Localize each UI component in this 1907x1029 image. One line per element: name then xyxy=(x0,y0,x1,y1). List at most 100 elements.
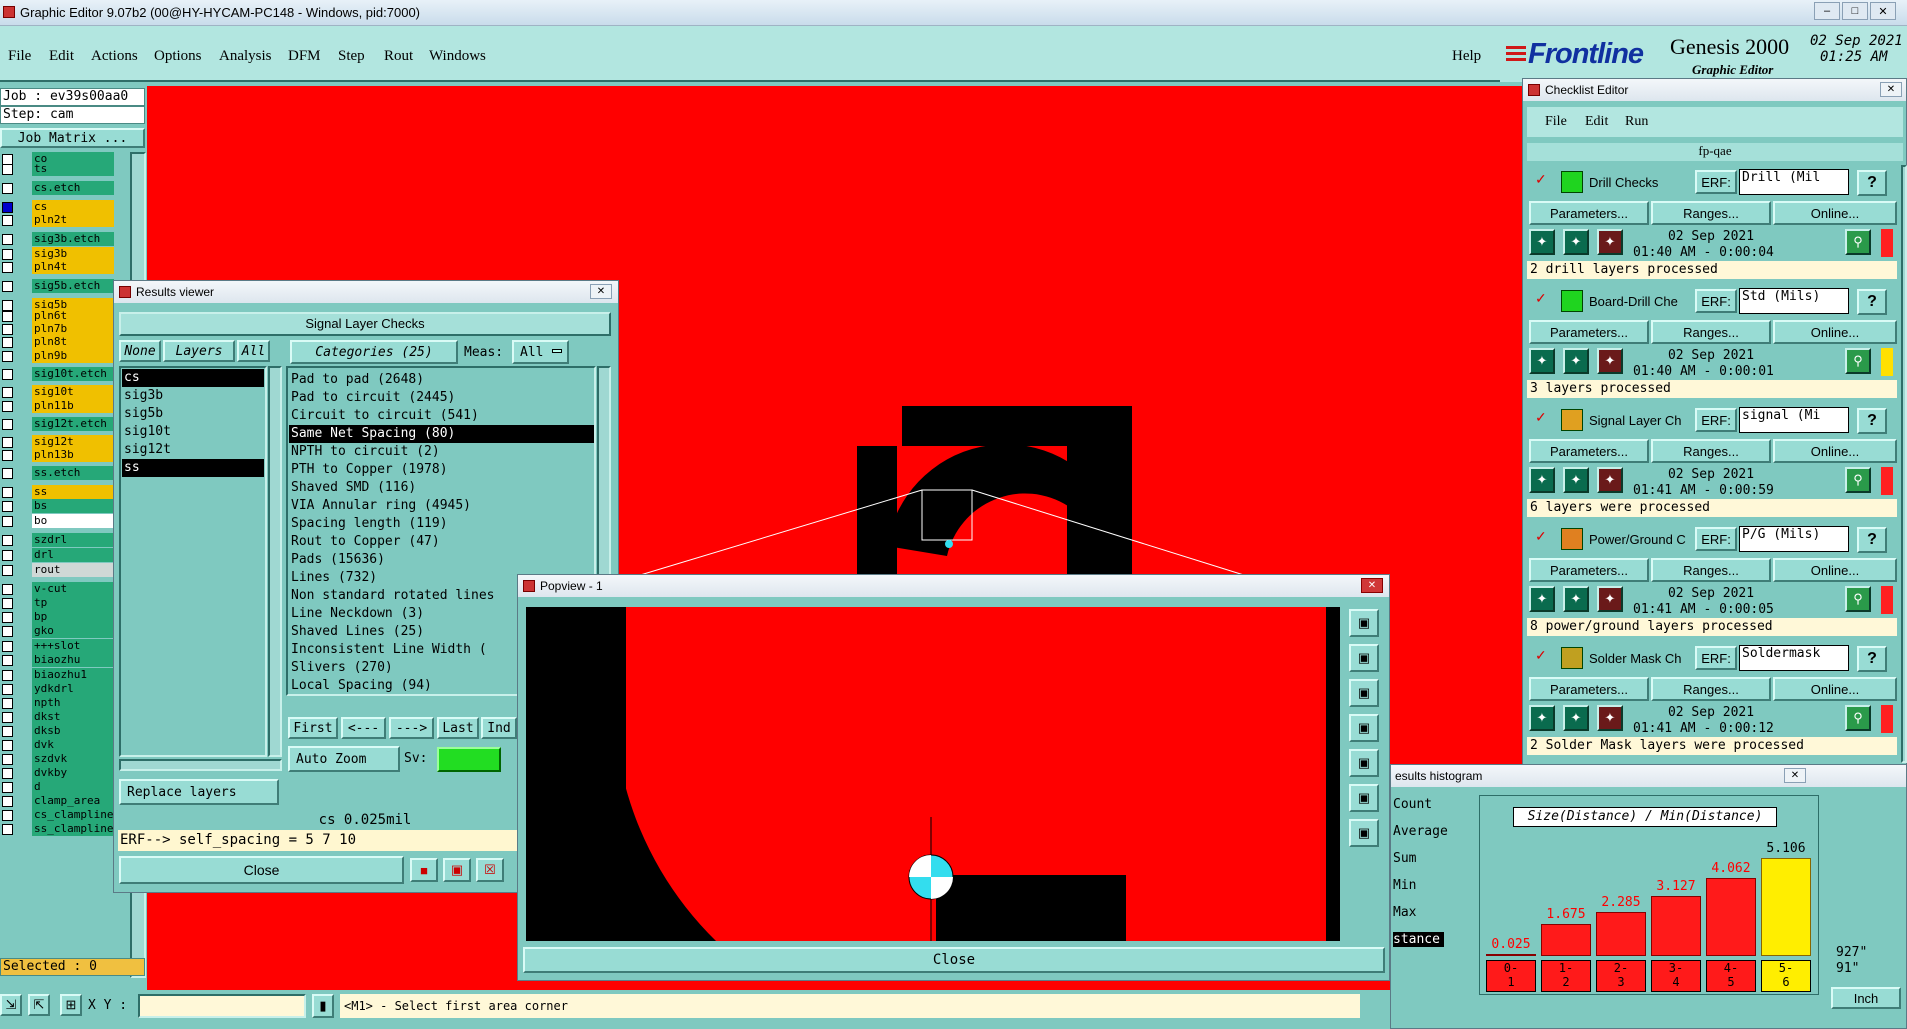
layer-checkbox[interactable] xyxy=(2,202,13,213)
category-item[interactable]: Same Net Spacing (80) xyxy=(289,425,594,443)
results-icon[interactable]: ⚲ xyxy=(1845,348,1871,374)
check-mark-icon[interactable]: ✓ xyxy=(1535,528,1547,545)
layer-name[interactable]: ss xyxy=(32,485,114,499)
layer-name[interactable]: pln13b xyxy=(32,448,114,462)
result-layer-item[interactable]: sig10t xyxy=(122,423,264,441)
menu-step[interactable]: Step xyxy=(338,48,365,65)
layer-checkbox[interactable] xyxy=(2,655,13,666)
erf-value[interactable]: Soldermask xyxy=(1739,645,1849,671)
check-mark-icon[interactable]: ✓ xyxy=(1535,409,1547,426)
layer-row[interactable]: ts xyxy=(0,162,118,177)
layer-checkbox[interactable] xyxy=(2,584,13,595)
layer-name[interactable]: sig12t xyxy=(32,435,114,449)
histogram-bar[interactable] xyxy=(1486,954,1536,956)
layer-row[interactable]: sig10t.etch xyxy=(0,367,118,382)
edit-icon[interactable]: ✦ xyxy=(1563,705,1589,731)
category-item[interactable]: Pad to pad (2648) xyxy=(289,371,594,389)
online-button[interactable]: Online... xyxy=(1773,558,1897,582)
menu-rout[interactable]: Rout xyxy=(384,48,413,65)
ranges-button[interactable]: Ranges... xyxy=(1651,677,1771,701)
layer-row[interactable]: d xyxy=(0,780,118,795)
checklist-menu-edit[interactable]: Edit xyxy=(1585,114,1608,130)
category-item[interactable]: Pads (15636) xyxy=(289,551,594,569)
layer-name[interactable]: rout xyxy=(32,563,114,577)
layer-name[interactable]: ts xyxy=(32,162,114,176)
checklist-scrollbar[interactable] xyxy=(1901,165,1907,763)
auto-zoom-select[interactable]: Auto Zoom xyxy=(288,746,400,772)
layer-checkbox[interactable] xyxy=(2,234,13,245)
erf-button[interactable]: ERF: xyxy=(1695,408,1737,432)
prev-button[interactable]: <--- xyxy=(341,717,386,739)
layer-checkbox[interactable] xyxy=(2,726,13,737)
zoom-tool-icon[interactable]: ⇱ xyxy=(28,994,50,1016)
layer-checkbox[interactable] xyxy=(2,164,13,175)
results-icon[interactable]: ⚲ xyxy=(1845,705,1871,731)
erf-button[interactable]: ERF: xyxy=(1695,289,1737,313)
layer-checkbox[interactable] xyxy=(2,810,13,821)
online-button[interactable]: Online... xyxy=(1773,677,1897,701)
category-item[interactable]: PTH to Copper (1978) xyxy=(289,461,594,479)
check-mark-icon[interactable]: ✓ xyxy=(1535,290,1547,307)
layer-name[interactable]: sig3b xyxy=(32,247,114,261)
erf-button[interactable]: ERF: xyxy=(1695,170,1737,194)
all-button[interactable]: All xyxy=(237,340,270,362)
minimize-button[interactable]: – xyxy=(1814,2,1840,20)
histogram-bar[interactable] xyxy=(1541,924,1591,956)
sv-color-select[interactable] xyxy=(437,747,501,772)
layer-name[interactable]: pln6t xyxy=(32,309,114,323)
results-close-button[interactable]: Close xyxy=(119,856,404,884)
erf-value[interactable]: Std (Mils) xyxy=(1739,288,1849,314)
edit-icon[interactable]: ✦ xyxy=(1563,586,1589,612)
layer-row[interactable]: dkst xyxy=(0,710,118,725)
zoom-fit-icon[interactable]: ▣ xyxy=(1349,609,1379,637)
layer-name[interactable]: ss.etch xyxy=(32,466,114,480)
histogram-bar[interactable] xyxy=(1596,912,1646,956)
layer-row[interactable]: cs.etch xyxy=(0,181,118,196)
ranges-button[interactable]: Ranges... xyxy=(1651,201,1771,225)
layer-row[interactable]: dvk xyxy=(0,738,118,753)
layer-name[interactable]: bp xyxy=(32,610,114,624)
maximize-button[interactable]: □ xyxy=(1842,2,1868,20)
online-button[interactable]: Online... xyxy=(1773,439,1897,463)
menu-help[interactable]: Help xyxy=(1452,48,1481,65)
layer-checkbox[interactable] xyxy=(2,281,13,292)
menu-dfm[interactable]: DFM xyxy=(288,48,321,65)
layer-name[interactable]: tp xyxy=(32,596,114,610)
layer-row[interactable]: pln11b xyxy=(0,399,118,414)
category-item[interactable]: NPTH to circuit (2) xyxy=(289,443,594,461)
layer-name[interactable]: biaozhu xyxy=(32,653,114,667)
layer-name[interactable]: pln4t xyxy=(32,260,114,274)
layer-checkbox[interactable] xyxy=(2,387,13,398)
layer-name[interactable]: sig3b.etch xyxy=(32,232,114,246)
view-icon[interactable]: ✦ xyxy=(1597,467,1623,493)
layer-checkbox[interactable] xyxy=(2,450,13,461)
layer-row[interactable]: rout xyxy=(0,563,118,578)
layer-list-scrollbar[interactable] xyxy=(268,366,282,757)
erf-value[interactable]: signal (Mi xyxy=(1739,407,1849,433)
histogram-bin-label[interactable]: 5- 6 xyxy=(1761,960,1811,992)
zoom-window-icon[interactable]: ▣ xyxy=(1349,819,1379,847)
menu-edit[interactable]: Edit xyxy=(49,48,74,65)
layer-name[interactable]: d xyxy=(32,780,114,794)
ranges-button[interactable]: Ranges... xyxy=(1651,439,1771,463)
histogram-bar[interactable] xyxy=(1761,858,1811,956)
parameters-button[interactable]: Parameters... xyxy=(1529,558,1649,582)
zoom-out-icon[interactable]: ▣ xyxy=(1349,679,1379,707)
layer-checkbox[interactable] xyxy=(2,565,13,576)
layer-row[interactable]: bo xyxy=(0,514,118,529)
layer-checkbox[interactable] xyxy=(2,684,13,695)
checklist-menu-run[interactable]: Run xyxy=(1625,114,1648,130)
layer-checkbox[interactable] xyxy=(2,641,13,652)
layer-row[interactable]: ss xyxy=(0,485,118,500)
histogram-bin-label[interactable]: 0- 1 xyxy=(1486,960,1536,992)
category-item[interactable]: Shaved SMD (116) xyxy=(289,479,594,497)
menu-actions[interactable]: Actions xyxy=(91,48,138,65)
categories-button[interactable]: Categories (25) xyxy=(290,340,458,364)
layer-checkbox[interactable] xyxy=(2,598,13,609)
layer-row[interactable]: clamp_area xyxy=(0,794,118,809)
layer-name[interactable]: biaozhu1 xyxy=(32,668,114,682)
run-icon[interactable]: ✦ xyxy=(1529,229,1555,255)
layer-name[interactable]: bs xyxy=(32,499,114,513)
layer-checkbox[interactable] xyxy=(2,183,13,194)
layer-checkbox[interactable] xyxy=(2,550,13,561)
